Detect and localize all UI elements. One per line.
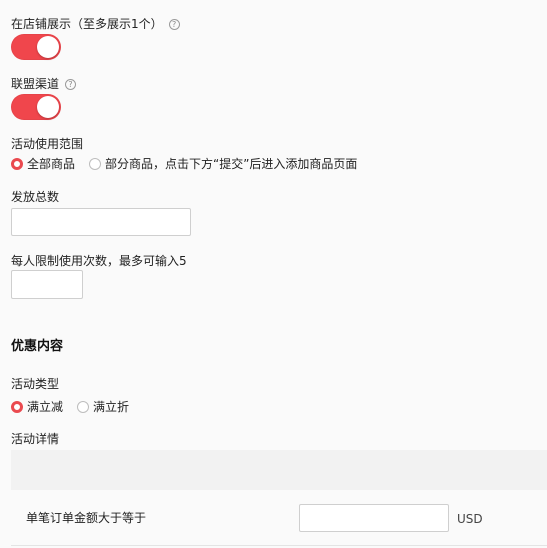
scope-option-partial[interactable]: 部分商品，点击下方“提交”后进入添加商品页面 <box>89 155 357 172</box>
question-circle-icon[interactable]: ? <box>65 79 77 90</box>
discount-section-title: 优惠内容 <box>11 339 64 354</box>
toggle-knob <box>37 36 59 58</box>
divider <box>11 545 547 546</box>
min-order-amount-input[interactable] <box>299 504 449 532</box>
scope-option-all[interactable]: 全部商品 <box>11 155 75 172</box>
activity-type-option-reduce[interactable]: 满立减 <box>11 398 63 415</box>
total-issue-input[interactable] <box>11 208 191 236</box>
toggle-knob <box>37 96 59 118</box>
activity-type-label: 活动类型 <box>11 377 60 391</box>
alliance-channel-toggle[interactable] <box>11 94 61 120</box>
store-display-label: 在店铺展示（至多展示1个） <box>11 17 163 31</box>
min-order-label: 单笔订单金额大于等于 <box>26 511 147 525</box>
alliance-channel-label-row: 联盟渠道? <box>11 76 77 92</box>
currency-unit: USD <box>457 512 483 526</box>
store-display-toggle[interactable] <box>11 34 61 60</box>
store-display-label-row: 在店铺展示（至多展示1个）? <box>11 16 180 32</box>
scope-label: 活动使用范围 <box>11 137 84 151</box>
activity-type-option-discount[interactable]: 满立折 <box>77 398 129 415</box>
question-circle-icon[interactable]: ? <box>168 19 180 30</box>
activity-type-option-reduce-label: 满立减 <box>27 400 64 414</box>
activity-type-option-discount-label: 满立折 <box>93 400 130 414</box>
scope-option-partial-label: 部分商品，点击下方“提交”后进入添加商品页面 <box>105 157 358 171</box>
per-person-limit-input[interactable] <box>11 270 83 299</box>
activity-details-label: 活动详情 <box>11 432 60 446</box>
radio-selected-icon <box>11 400 23 413</box>
activity-details-header-band <box>11 450 547 490</box>
scope-option-all-label: 全部商品 <box>27 157 76 171</box>
radio-unselected-icon <box>77 400 89 413</box>
per-person-limit-label: 每人限制使用次数，最多可输入5 <box>11 254 187 268</box>
coupon-settings-form: 在店铺展示（至多展示1个）? 联盟渠道? 活动使用范围 全部商品 部分商品，点击… <box>0 0 547 548</box>
radio-unselected-icon <box>89 157 101 170</box>
alliance-channel-label: 联盟渠道 <box>11 77 60 91</box>
total-issue-label: 发放总数 <box>11 190 60 204</box>
radio-selected-icon <box>11 157 23 170</box>
